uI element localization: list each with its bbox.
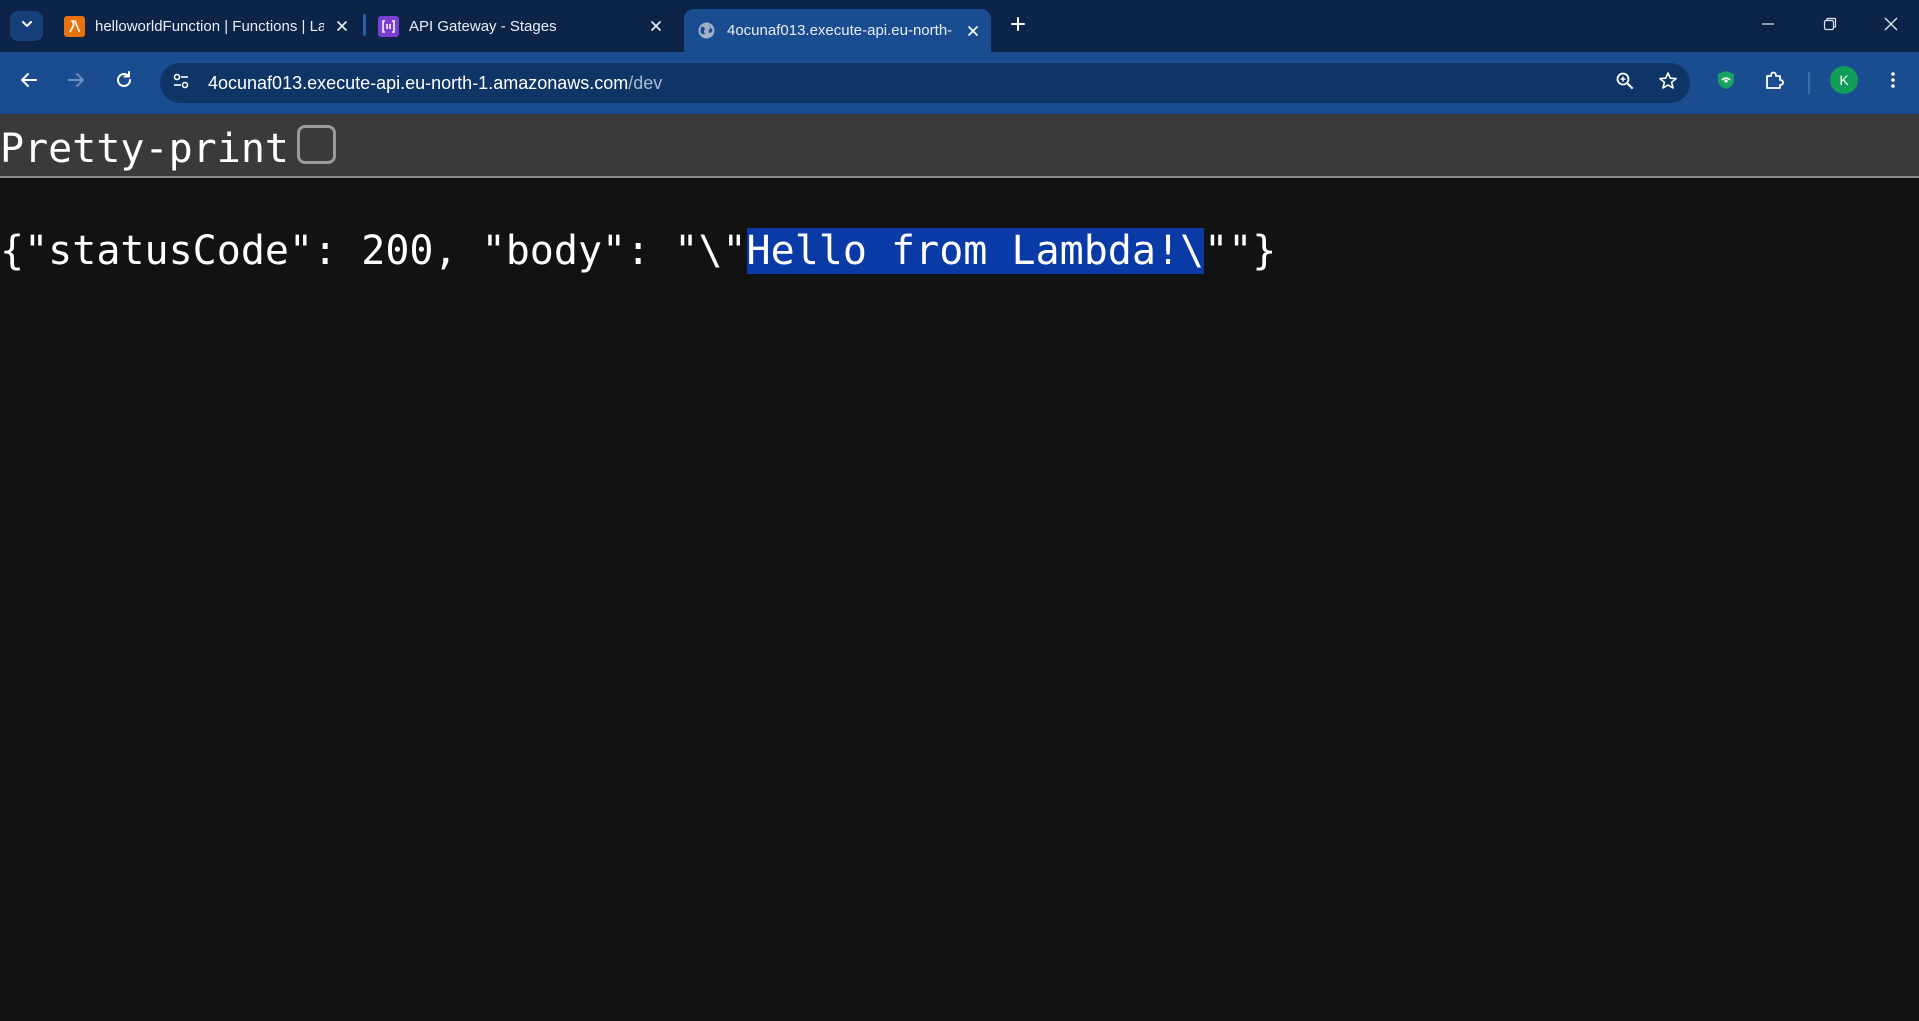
close-tab-icon[interactable] [961, 19, 985, 43]
url-host: 4ocunaf013.execute-api.eu-north-1.amazon… [208, 72, 629, 93]
reload-button[interactable] [109, 67, 139, 97]
arrow-left-icon [19, 70, 39, 95]
toolbar-divider [1808, 72, 1810, 94]
browser-toolbar: 4ocunaf013.execute-api.eu-north-1.amazon… [0, 52, 1919, 114]
aws-lambda-icon [64, 15, 85, 37]
star-icon [1658, 71, 1678, 96]
tab-group-indicator [363, 14, 366, 36]
json-selected-text: Hello from Lambda!\ [746, 228, 1205, 274]
zoom-in-icon [1615, 71, 1635, 96]
new-tab-button[interactable] [1004, 12, 1032, 40]
tab-title: API Gateway - Stages [409, 17, 557, 35]
profile-avatar[interactable]: K [1830, 66, 1858, 94]
zoom-button[interactable] [1610, 68, 1640, 98]
tab-api-gateway[interactable]: API Gateway - Stages [378, 9, 668, 43]
tab-execute-api[interactable]: 4ocunaf013.execute-api.eu-north- [684, 9, 991, 52]
arrow-right-icon [66, 70, 86, 95]
globe-icon [696, 20, 717, 41]
extensions-button[interactable] [1759, 67, 1789, 97]
close-icon [1884, 17, 1898, 36]
close-tab-icon[interactable] [644, 14, 668, 38]
restore-button[interactable] [1805, 0, 1855, 52]
tab-search-button[interactable] [10, 11, 43, 41]
site-info-button[interactable] [166, 68, 196, 98]
reload-icon [114, 70, 134, 95]
more-vert-icon [1883, 70, 1903, 95]
minimize-button[interactable] [1743, 0, 1793, 52]
tab-title: helloworldFunction | Functions | La [95, 17, 324, 35]
tab-lambda-function[interactable]: helloworldFunction | Functions | La [64, 9, 354, 43]
url-text: 4ocunaf013.execute-api.eu-north-1.amazon… [208, 73, 662, 94]
pretty-print-bar: Pretty-print [0, 114, 1919, 178]
json-response: {"statusCode": 200, "body": "\"Hello fro… [0, 226, 1276, 276]
address-bar[interactable]: 4ocunaf013.execute-api.eu-north-1.amazon… [160, 63, 1690, 103]
chevron-down-icon [20, 17, 34, 36]
puzzle-icon [1763, 69, 1785, 96]
json-text-prefix: {"statusCode": 200, "body": "\" [0, 228, 747, 274]
back-button[interactable] [14, 67, 44, 97]
pretty-print-label: Pretty-print [0, 126, 289, 172]
close-tab-icon[interactable] [330, 14, 354, 38]
tab-strip: helloworldFunction | Functions | La API … [0, 0, 1919, 52]
api-gateway-icon [378, 15, 399, 37]
bookmark-button[interactable] [1653, 68, 1683, 98]
json-text-suffix: ""} [1204, 228, 1277, 274]
pretty-print-checkbox[interactable] [297, 125, 336, 164]
shield-icon [1715, 69, 1737, 96]
url-path: /dev [628, 72, 663, 93]
close-window-button[interactable] [1866, 0, 1916, 52]
minimize-icon [1761, 17, 1775, 36]
menu-button[interactable] [1878, 67, 1908, 97]
restore-icon [1823, 17, 1837, 36]
tab-title: 4ocunaf013.execute-api.eu-north- [727, 22, 953, 39]
extension-shield-button[interactable] [1711, 67, 1741, 97]
tune-icon [171, 71, 191, 96]
plus-icon [1010, 16, 1026, 37]
forward-button[interactable] [61, 67, 91, 97]
